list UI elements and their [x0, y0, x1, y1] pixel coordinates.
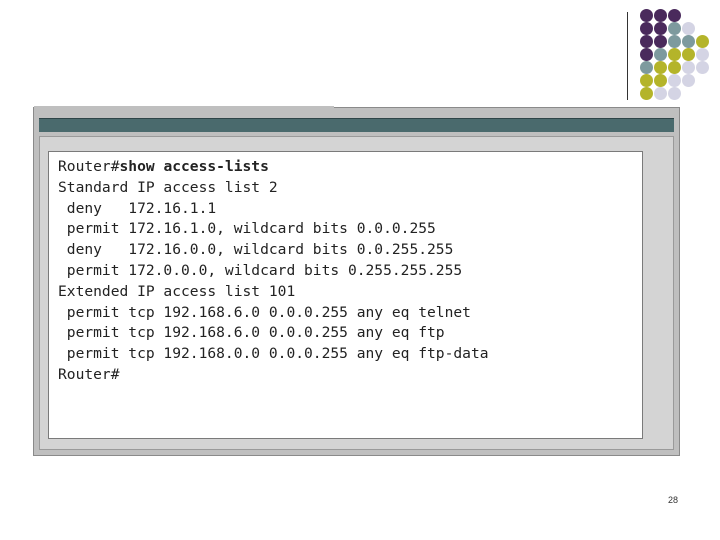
slide-number: 28 [667, 495, 678, 505]
terminal-line: deny 172.16.0.0, wildcard bits 0.0.255.2… [58, 240, 489, 261]
decorative-dot [640, 9, 653, 22]
decorative-dot [654, 9, 667, 22]
terminal-line: permit tcp 192.168.6.0 0.0.0.255 any eq … [58, 303, 489, 324]
decorative-dot [682, 74, 695, 87]
terminal-line: Standard IP access list 2 [58, 178, 489, 199]
decorative-dot [640, 48, 653, 61]
terminal-line: permit tcp 192.168.0.0 0.0.0.255 any eq … [58, 344, 489, 365]
decorative-dot [654, 61, 667, 74]
terminal-line: permit 172.0.0.0, wildcard bits 0.255.25… [58, 261, 489, 282]
decorative-dot [640, 61, 653, 74]
decorative-dot [668, 74, 681, 87]
decorative-dot [682, 61, 695, 74]
output-text: permit 172.0.0.0, wildcard bits 0.255.25… [58, 261, 463, 279]
decorative-dot [668, 9, 681, 22]
decorative-dot [654, 87, 667, 100]
decorative-dot [682, 22, 695, 35]
terminal-line: permit tcp 192.168.6.0 0.0.0.255 any eq … [58, 323, 489, 344]
decorative-dot [640, 74, 653, 87]
output-text: permit 172.16.1.0, wildcard bits 0.0.0.2… [58, 220, 436, 238]
output-text: deny 172.16.0.0, wildcard bits 0.0.255.2… [58, 241, 454, 259]
output-text: Standard IP access list 2 [58, 178, 278, 196]
output-text: Extended IP access list 101 [58, 282, 296, 300]
decorative-dot [654, 22, 667, 35]
terminal-line: permit 172.16.1.0, wildcard bits 0.0.0.2… [58, 219, 489, 240]
terminal-line: Router# [58, 365, 489, 386]
output-text: permit tcp 192.168.6.0 0.0.0.255 any eq … [58, 303, 471, 321]
terminal-output[interactable]: Router#show access-lists Standard IP acce… [48, 151, 643, 439]
decorative-dot [668, 22, 681, 35]
output-text: deny 172.16.1.1 [58, 199, 217, 217]
decorative-dot [668, 61, 681, 74]
terminal-line: Extended IP access list 101 [58, 282, 489, 303]
decorative-dot [640, 35, 653, 48]
terminal-lines: Router#show access-lists Standard IP acce… [58, 157, 489, 386]
output-text: permit tcp 192.168.0.0 0.0.0.255 any eq … [58, 345, 489, 363]
decorative-dot [696, 61, 709, 74]
decorative-dot [654, 35, 667, 48]
decorative-dot [696, 48, 709, 61]
decorative-dot [682, 35, 695, 48]
window-titlebar [39, 118, 674, 132]
decorative-dot [696, 35, 709, 48]
prompt: Router# [58, 158, 120, 175]
decorative-dot [682, 48, 695, 61]
decorative-dot [640, 22, 653, 35]
terminal-line: deny 172.16.1.1 [58, 199, 489, 220]
decorative-dot [668, 48, 681, 61]
decorative-dot [640, 87, 653, 100]
divider-line [627, 12, 628, 100]
output-text: permit tcp 192.168.6.0 0.0.0.255 any eq … [58, 324, 445, 342]
decorative-dot [654, 74, 667, 87]
decorative-dot [668, 35, 681, 48]
terminal-line: Router#show access-lists [58, 157, 489, 178]
decorative-dot [654, 48, 667, 61]
terminal-window: Router#show access-lists Standard IP acce… [33, 106, 680, 456]
command: show access-lists [119, 158, 269, 175]
prompt: Router# [58, 365, 120, 383]
decorative-dot-grid [640, 9, 720, 109]
decorative-dot [668, 87, 681, 100]
